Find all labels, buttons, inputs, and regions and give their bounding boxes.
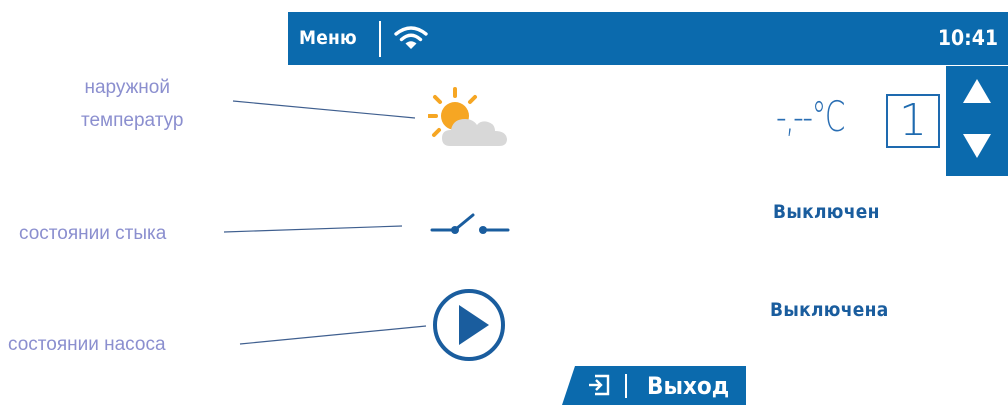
menu-button[interactable]: Меню [299, 12, 357, 65]
outdoor-temperature-value: -,--°C [776, 92, 845, 141]
setpoint-value: 1 [886, 94, 940, 148]
exit-icon [589, 374, 610, 396]
exit-button[interactable]: Выход [562, 366, 746, 405]
increase-button[interactable] [946, 66, 1008, 121]
contact-status: Выключен [773, 201, 880, 223]
arrow-down-icon [963, 134, 991, 158]
leader-line-outdoor [232, 100, 416, 119]
callout-outdoor-temperature: наружной температур [68, 71, 183, 137]
pump-status: Выключена [770, 299, 889, 321]
clock-time: 10:41 [937, 26, 998, 50]
header-divider [379, 21, 381, 57]
callout-outdoor-line2: температур [81, 110, 184, 131]
top-bar: Меню 10:41 [288, 12, 1008, 65]
setpoint-stepper [946, 66, 1008, 176]
callout-outdoor-line1: наружной [84, 77, 170, 98]
pump-play-icon [433, 289, 505, 361]
switch-contact-icon [430, 213, 510, 234]
decrease-button[interactable] [946, 121, 1008, 176]
leader-line-pump [239, 325, 427, 345]
weather-sun-cloud-icon [428, 87, 507, 146]
exit-button-divider [625, 374, 627, 398]
arrow-up-icon [963, 79, 991, 103]
exit-button-label: Выход [647, 372, 730, 400]
callout-contact-state: состоянии стыка [19, 223, 167, 244]
leader-line-contact [223, 225, 403, 233]
wifi-icon [394, 26, 428, 49]
callout-pump-state: состоянии насоса [8, 334, 166, 355]
